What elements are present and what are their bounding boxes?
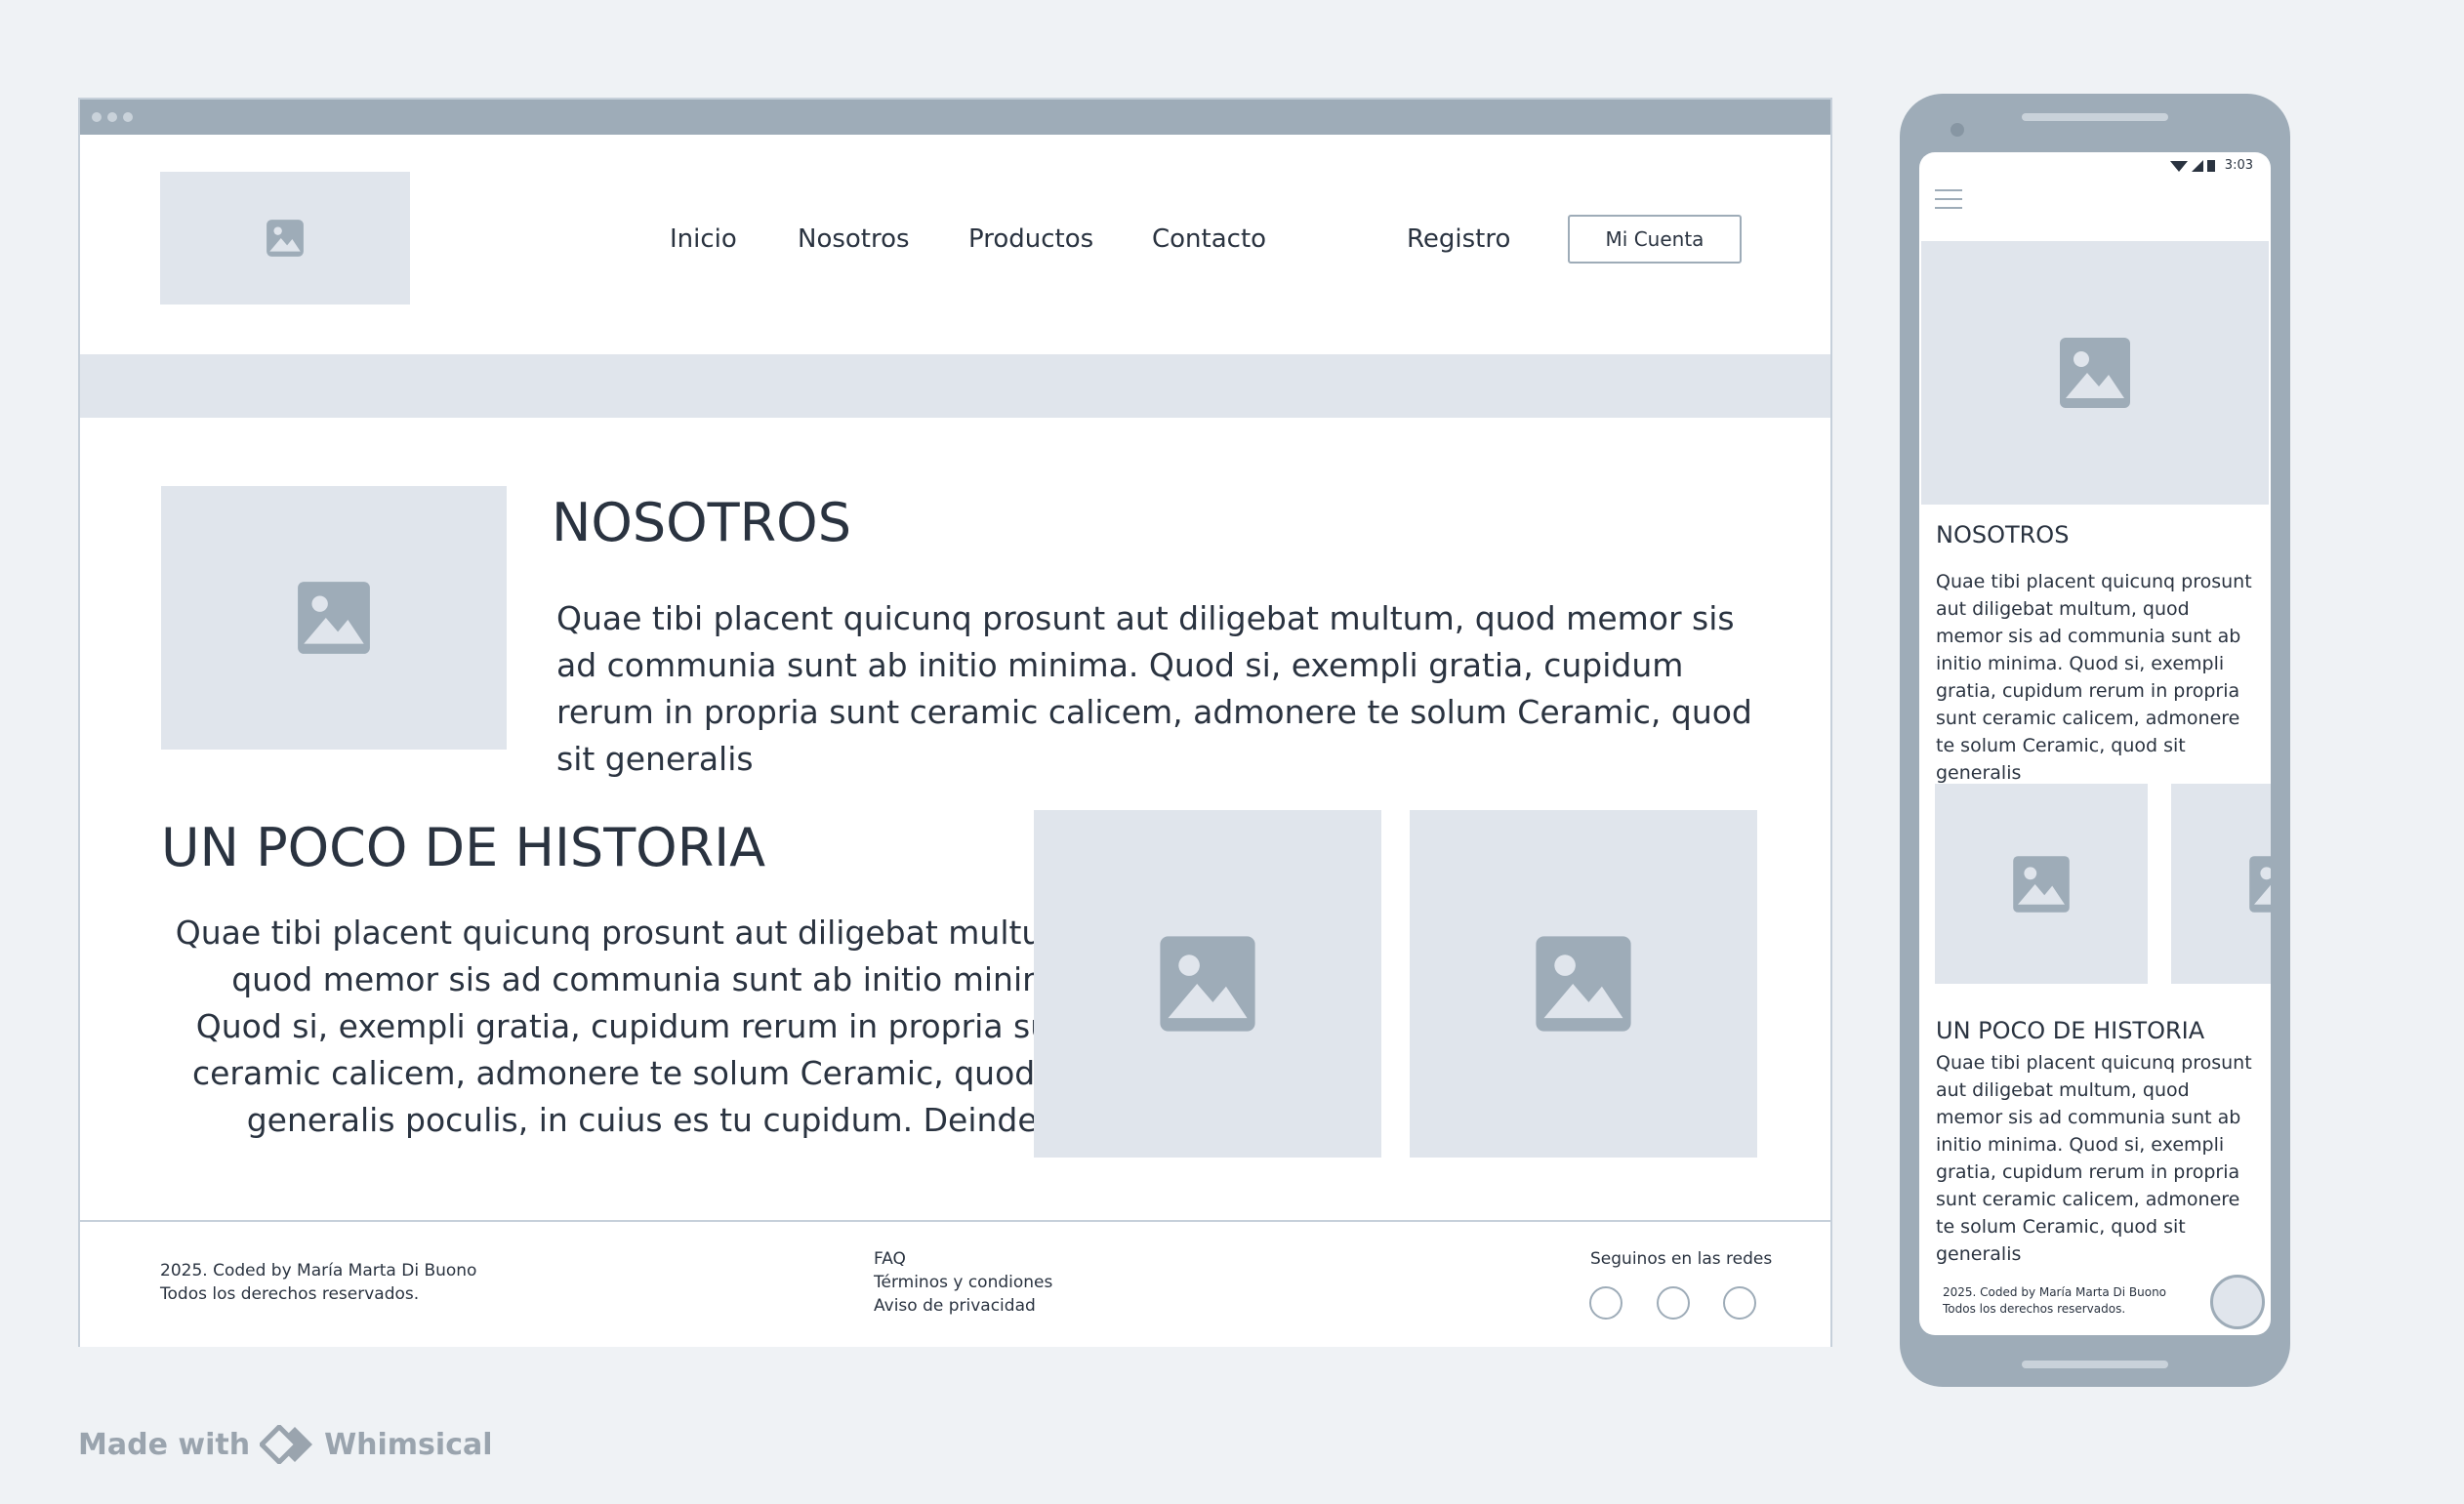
battery-icon — [2206, 160, 2215, 172]
social-icon[interactable] — [1723, 1286, 1756, 1320]
mobile-hero-image-placeholder — [1921, 241, 2269, 505]
mobile-floating-button[interactable] — [2210, 1275, 2265, 1329]
mobile-history-title: UN POCO DE HISTORIA — [1936, 1017, 2205, 1044]
mobile-about-text: Quae tibi placent quicunq prosunt aut di… — [1936, 571, 2252, 784]
nav-inicio[interactable]: Inicio — [670, 224, 737, 254]
footer: 2025. Coded by María Marta Di Buono Todo… — [80, 1220, 1830, 1347]
status-time: 3:03 — [2224, 158, 2253, 173]
wifi-icon — [2169, 160, 2188, 172]
mobile-carousel-image[interactable] — [2171, 784, 2271, 984]
signal-icon — [2191, 159, 2203, 172]
about-image-placeholder — [161, 486, 507, 750]
history-text: Quae tibi placent quicunq prosunt aut di… — [175, 914, 1084, 1139]
image-icon — [2013, 855, 2070, 913]
made-with-label: Made with — [78, 1427, 251, 1462]
footer-link-terms[interactable]: Términos y condiones — [874, 1271, 1052, 1294]
camera-icon — [1951, 123, 1964, 137]
about-title: NOSOTROS — [552, 492, 851, 553]
nav-registro[interactable]: Registro — [1407, 224, 1510, 254]
mobile-history-text: Quae tibi placent quicunq prosunt aut di… — [1936, 1052, 2252, 1265]
whimsical-label: Whimsical — [324, 1427, 493, 1462]
footer-link-faq[interactable]: FAQ — [874, 1247, 1052, 1271]
footer-credits: 2025. Coded by María Marta Di Buono Todo… — [160, 1259, 476, 1306]
nav-nosotros[interactable]: Nosotros — [798, 224, 910, 254]
image-icon — [1160, 936, 1255, 1032]
phone-screen: 3:03 NOSOTROS Quae tibi placent quicunq … — [1919, 152, 2271, 1335]
footer-link-privacy[interactable]: Aviso de privacidad — [874, 1294, 1052, 1318]
about-text: Quae tibi placent quicunq prosunt aut di… — [556, 599, 1752, 778]
nav-productos[interactable]: Productos — [968, 224, 1093, 254]
history-image-placeholder — [1410, 810, 1757, 1158]
mobile-about-title: NOSOTROS — [1936, 521, 2070, 549]
image-icon — [2060, 338, 2130, 408]
mobile-carousel-image[interactable] — [1935, 784, 2148, 984]
mobile-footer-rights: Todos los derechos reservados. — [1943, 1302, 2126, 1316]
window-dot — [107, 112, 117, 122]
social-icon[interactable] — [1657, 1286, 1690, 1320]
window-dot — [123, 112, 133, 122]
browser-title-bar — [80, 100, 1830, 135]
whimsical-logo-icon — [260, 1425, 313, 1464]
phone-bottom-speaker — [2022, 1361, 2168, 1368]
account-button[interactable]: Mi Cuenta — [1568, 215, 1742, 264]
footer-links: FAQ Términos y condiones Aviso de privac… — [874, 1247, 1052, 1318]
footer-credit: 2025. Coded by María Marta Di Buono — [160, 1261, 477, 1280]
social-title: Seguinos en las redes — [1590, 1249, 1773, 1269]
phone-speaker — [2022, 113, 2168, 121]
image-icon — [1536, 936, 1631, 1032]
social-icon[interactable] — [1589, 1286, 1622, 1320]
desktop-browser-mock: Inicio Nosotros Productos Contacto Regis… — [78, 98, 1832, 1347]
banner-strip — [80, 354, 1830, 418]
image-icon — [2249, 855, 2271, 913]
mobile-footer-credit: 2025. Coded by María Marta Di Buono — [1943, 1285, 2167, 1299]
image-icon — [298, 582, 370, 654]
made-with-whimsical: Made with Whimsical — [78, 1425, 493, 1464]
status-bar: 3:03 — [2169, 158, 2253, 173]
hamburger-menu-icon[interactable] — [1935, 189, 1962, 209]
mobile-footer-credits: 2025. Coded by María Marta Di Buono Todo… — [1943, 1284, 2166, 1318]
image-icon — [267, 220, 304, 257]
mobile-phone-mock: 3:03 NOSOTROS Quae tibi placent quicunq … — [1900, 94, 2290, 1387]
window-dot — [92, 112, 102, 122]
footer-rights: Todos los derechos reservados. — [160, 1284, 420, 1304]
history-title: UN POCO DE HISTORIA — [161, 817, 766, 878]
nav-contacto[interactable]: Contacto — [1152, 224, 1266, 254]
logo-placeholder[interactable] — [160, 172, 410, 305]
history-image-placeholder — [1034, 810, 1381, 1158]
